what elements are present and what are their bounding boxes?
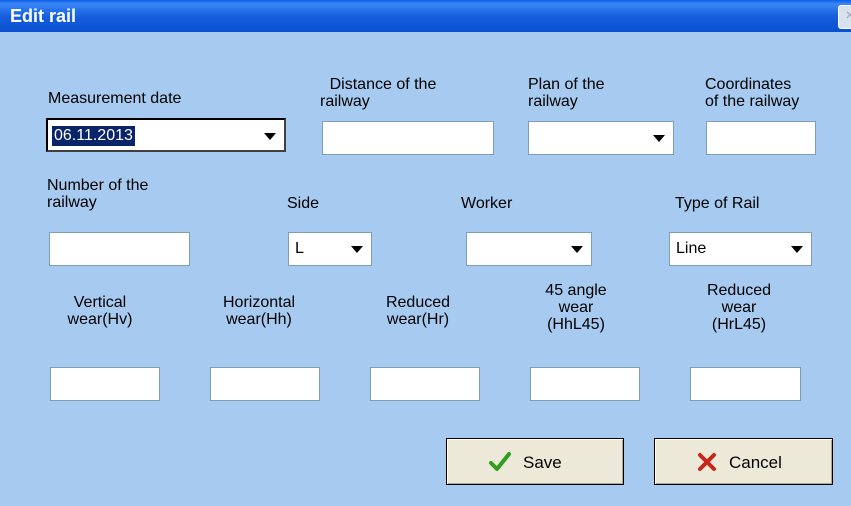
coordinates-label-line1: Coordinates — [705, 76, 792, 93]
measurement-date-value: 06.11.2013 — [52, 126, 135, 146]
worker-label: Worker — [461, 195, 513, 212]
close-button[interactable]: × — [838, 5, 851, 29]
reduced-wear-label-line2: wear(Hr) — [386, 311, 450, 328]
reduced-wear-input[interactable] — [370, 367, 480, 401]
worker-select[interactable] — [466, 232, 592, 266]
plan-select[interactable] — [528, 121, 674, 155]
type-of-rail-select[interactable]: Line — [669, 232, 812, 266]
vertical-wear-input[interactable] — [50, 367, 160, 401]
reduced-wear-label: Reduced wear(Hr) — [353, 294, 483, 328]
vertical-wear-label-line2: wear(Hv) — [67, 311, 133, 328]
horizontal-wear-label-line2: wear(Hh) — [226, 311, 292, 328]
save-button-label: Save — [523, 453, 562, 472]
side-value: L — [295, 240, 304, 257]
coordinates-label-line2: of the railway — [705, 93, 800, 110]
reduced-angle-wear-label-line1: Reduced — [706, 282, 772, 299]
distance-label: Distance of the railway — [308, 76, 458, 110]
number-label-line2: railway — [47, 194, 97, 211]
reduced-angle-wear-input[interactable] — [690, 367, 801, 401]
angle-wear-label-line3: (HhL45) — [547, 316, 605, 333]
reduced-angle-wear-label: Reduced wear (HrL45) — [674, 282, 804, 333]
measurement-date-select[interactable]: 06.11.2013 — [46, 118, 286, 152]
angle-wear-label: 45 angle wear (HhL45) — [511, 282, 641, 333]
title-bar[interactable]: Edit rail × — [0, 0, 851, 32]
angle-wear-label-line2: wear — [558, 299, 594, 316]
side-label: Side — [287, 195, 320, 212]
vertical-wear-label-line1: Vertical — [73, 294, 127, 311]
type-of-rail-label: Type of Rail — [675, 195, 760, 212]
horizontal-wear-label: Horizontal wear(Hh) — [194, 294, 324, 328]
dialog-body: Measurement date Distance of the railway… — [6, 32, 851, 506]
horizontal-wear-label-line1: Horizontal — [222, 294, 296, 311]
angle-wear-input[interactable] — [530, 367, 640, 401]
number-input[interactable] — [49, 232, 190, 266]
chevron-down-icon — [653, 135, 665, 142]
angle-wear-label-line1: 45 angle — [545, 282, 607, 299]
window-title: Edit rail — [10, 6, 77, 26]
measurement-date-label: Measurement date — [48, 90, 182, 107]
edit-rail-window: Edit rail × Measurement date Distance of… — [0, 0, 851, 506]
red-x-icon — [698, 453, 716, 471]
coordinates-input[interactable] — [706, 121, 816, 155]
number-label: Number of the railway — [47, 177, 148, 211]
horizontal-wear-input[interactable] — [210, 367, 320, 401]
number-label-line1: Number of the — [47, 177, 149, 194]
distance-label-line2: railway — [320, 93, 370, 110]
distance-input[interactable] — [322, 121, 494, 155]
plan-label-line2: railway — [528, 93, 578, 110]
type-of-rail-value: Line — [676, 240, 707, 257]
cancel-button-label: Cancel — [729, 453, 782, 472]
chevron-down-icon — [791, 246, 803, 253]
chevron-down-icon — [351, 246, 363, 253]
distance-label-line1: Distance of the — [329, 76, 437, 93]
close-icon: × — [845, 7, 851, 24]
reduced-angle-wear-label-line2: wear — [721, 299, 757, 316]
vertical-wear-label: Vertical wear(Hv) — [35, 294, 165, 328]
side-select[interactable]: L — [288, 232, 372, 266]
reduced-angle-wear-label-line3: (HrL45) — [711, 316, 767, 333]
reduced-wear-label-line1: Reduced — [385, 294, 451, 311]
coordinates-label: Coordinates of the railway — [705, 76, 799, 110]
plan-label: Plan of the railway — [528, 76, 605, 110]
plan-label-line1: Plan of the — [528, 76, 605, 93]
cancel-button[interactable]: Cancel — [654, 438, 833, 485]
save-button[interactable]: Save — [446, 438, 624, 485]
checkmark-icon — [489, 452, 511, 471]
chevron-down-icon — [264, 133, 276, 140]
chevron-down-icon — [571, 246, 583, 253]
